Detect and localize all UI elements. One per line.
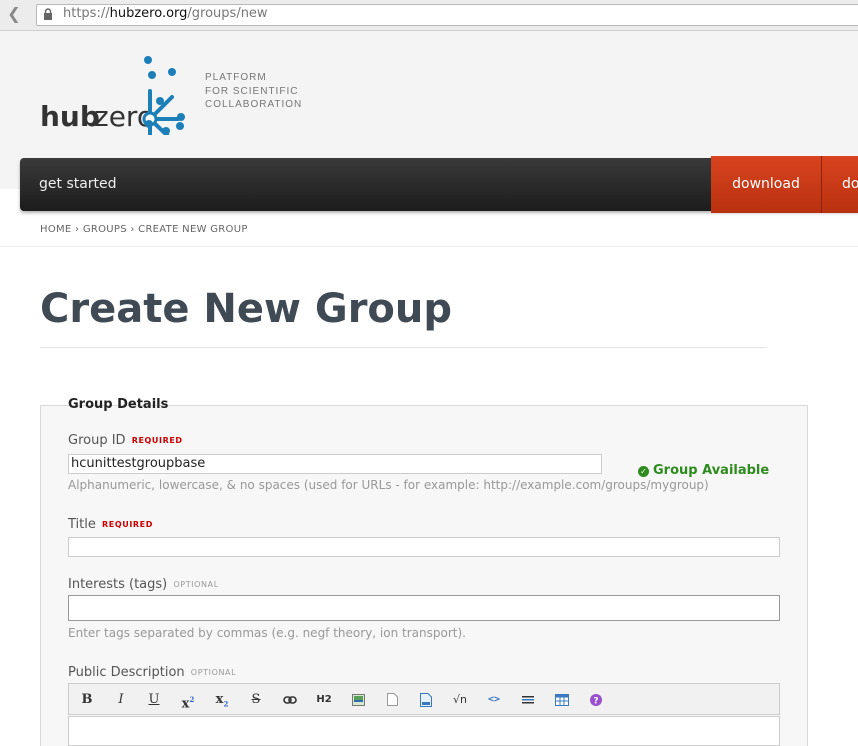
underline-icon[interactable]: U: [144, 690, 164, 710]
docs-button[interactable]: do: [822, 156, 858, 213]
svg-text:?: ?: [593, 696, 598, 706]
optional-badge: OPTIONAL: [190, 668, 237, 677]
required-badge: REQUIRED: [131, 436, 183, 445]
lock-icon: [44, 8, 52, 20]
breadcrumb: HOME › GROUPS › CREATE NEW GROUP: [40, 224, 248, 235]
horizontal-rule-icon[interactable]: [518, 690, 538, 710]
breadcrumb-groups[interactable]: GROUPS: [83, 224, 127, 235]
description-label-text: Public Description: [68, 665, 185, 680]
nav-get-started[interactable]: get started: [39, 176, 117, 192]
subscript-icon[interactable]: x2: [212, 690, 232, 710]
fieldset-legend: Group Details: [68, 397, 169, 412]
page-title: Create New Group: [40, 286, 453, 332]
browser-url-bar: ❮ https://hubzero.org/groups/new: [0, 0, 858, 31]
group-available-status: ✓ Group Available: [638, 463, 769, 478]
tagline-line: PLATFORM: [205, 72, 267, 83]
breadcrumb-home[interactable]: HOME: [40, 224, 72, 235]
download-button[interactable]: download: [711, 156, 822, 213]
breadcrumb-current[interactable]: CREATE NEW GROUP: [138, 224, 248, 235]
optional-badge: OPTIONAL: [173, 580, 219, 589]
logo-graphic: hub zero: [40, 56, 185, 149]
group-id-hint: Alphanumeric, lowercase, & no spaces (us…: [68, 478, 709, 492]
breadcrumb-separator-icon: ›: [130, 224, 139, 235]
group-id-label: Group ID REQUIRED: [68, 433, 183, 448]
italic-icon[interactable]: I: [111, 690, 131, 710]
tags-hint: Enter tags separated by commas (e.g. neg…: [68, 626, 466, 640]
superscript-icon[interactable]: x2: [178, 690, 198, 711]
group-id-label-text: Group ID: [68, 433, 126, 448]
image-icon[interactable]: [348, 690, 368, 710]
tagline-line: COLLABORATION: [205, 99, 303, 110]
required-badge: REQUIRED: [102, 520, 153, 529]
heading-icon[interactable]: H2: [314, 690, 334, 710]
logo-hub-text: hub: [40, 100, 100, 133]
title-label: Title REQUIRED: [68, 517, 153, 532]
group-id-input[interactable]: hcunittestgroupbase: [68, 454, 602, 474]
check-circle-icon: ✓: [638, 466, 649, 477]
description-label: Public Description OPTIONAL: [68, 665, 236, 680]
help-icon[interactable]: ?: [586, 690, 606, 710]
title-divider: [40, 347, 767, 348]
group-available-text: Group Available: [653, 463, 770, 478]
link-icon[interactable]: [280, 690, 300, 710]
title-label-text: Title: [68, 517, 96, 532]
tagline-line: FOR SCIENTIFIC: [205, 85, 299, 97]
table-icon[interactable]: [552, 690, 572, 710]
math-icon[interactable]: √n: [450, 690, 470, 710]
title-input[interactable]: [68, 537, 780, 557]
editor-toolbar: B I U x2 x2 S H2 √n <> ?: [68, 683, 780, 715]
code-icon[interactable]: <>: [484, 690, 504, 710]
tags-input[interactable]: [68, 595, 780, 621]
back-button[interactable]: ❮: [2, 3, 26, 25]
breadcrumb-separator-icon: ›: [75, 224, 83, 235]
tagline: PLATFORM FOR SCIENTIFIC COLLABORATION: [205, 71, 302, 112]
hubzero-logo[interactable]: hub zero: [40, 55, 200, 149]
page-icon[interactable]: [416, 690, 436, 710]
strikethrough-icon[interactable]: S: [246, 690, 266, 710]
description-editor[interactable]: [68, 716, 780, 746]
file-icon[interactable]: [382, 690, 402, 710]
breadcrumb-divider: [0, 246, 858, 247]
interests-label: Interests (tags) OPTIONAL: [68, 577, 219, 592]
url-text: https://hubzero.org/groups/new: [63, 6, 268, 21]
bold-icon[interactable]: B: [77, 690, 97, 710]
interests-label-text: Interests (tags): [68, 577, 168, 592]
address-field[interactable]: https://hubzero.org/groups/new: [36, 4, 858, 26]
